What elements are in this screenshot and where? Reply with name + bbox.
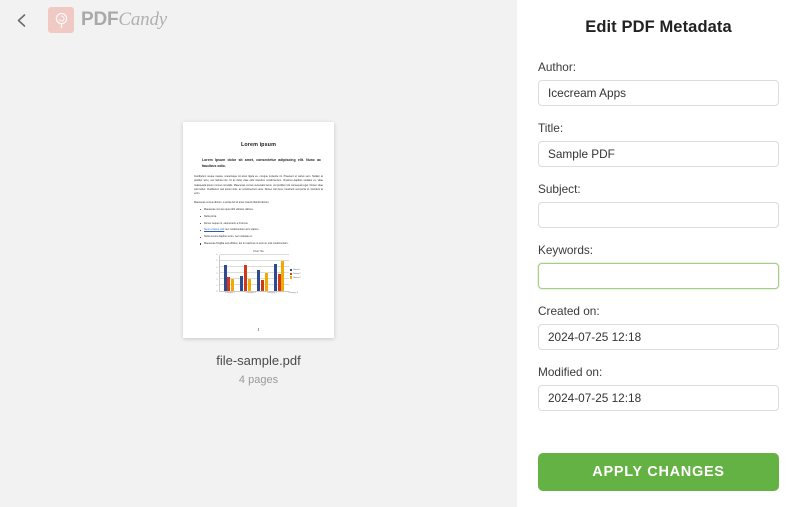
back-button[interactable] [8, 7, 34, 33]
chart-legend-label: Series 3 [293, 276, 301, 279]
chart-legend-swatch [290, 268, 293, 272]
field-input-modifiedon[interactable] [538, 385, 779, 411]
chart-legend-item: Series 2 [290, 272, 305, 275]
chart-bar [277, 274, 281, 292]
field-label: Title: [538, 121, 564, 135]
chart-bar-group [273, 255, 285, 292]
chart-bar [240, 276, 244, 292]
chart-y-tick: 3 [216, 272, 218, 275]
chart-bar [257, 270, 261, 292]
chart-bar [231, 279, 235, 292]
chart-legend-label: Series 2 [293, 272, 301, 275]
chart-x-tick: Category 2 [245, 292, 257, 295]
field-input-keywords[interactable] [538, 263, 779, 289]
preview-bar-chart: Chart Title 0123456 Series 1 Series 2 Seri… [213, 250, 305, 299]
document-area: Lorem ipsum Lorem Ipsum dolor sit amet, … [0, 0, 517, 507]
preview-title: Lorem ipsum [241, 141, 276, 148]
list-item: Maecenas non leo quis nibh ultricies ult… [200, 208, 323, 212]
field-label: Created on: [538, 304, 600, 318]
chart-legend-item: Series 3 [290, 276, 305, 279]
chart-x-axis: Category 1 Category 2 Category 3 Category 4 [219, 292, 305, 295]
chart-x-tick: Category 1 [224, 292, 236, 295]
chart-body: 0 1 2 3 4 5 6 Series 1 Series 2 Series 3 [213, 254, 305, 294]
preview-lead: Lorem Ipsum dolor sit amet, consectetur … [202, 157, 321, 168]
list-item: Donec neque mi, elementum a rhoncus. [200, 222, 323, 226]
preview-bullet-list: Maecenas non leo quis nibh ultricies ult… [200, 208, 323, 246]
page-marker: 1 [257, 326, 260, 332]
brand-text: PDFCandy [81, 9, 167, 31]
document-card: Lorem ipsum Lorem Ipsum dolor sit amet, … [183, 121, 334, 386]
brand-logo[interactable]: PDFCandy [48, 7, 167, 33]
list-item: Nulla porta. [200, 215, 323, 219]
metadata-field: Modified on: [538, 365, 779, 411]
chevron-left-icon [15, 13, 28, 28]
field-label: Keywords: [538, 243, 594, 257]
chart-y-tick: 5 [216, 260, 218, 263]
chart-bar-group [257, 255, 268, 292]
metadata-panel: Edit PDF Metadata Author: Title: Subject: K… [517, 0, 800, 507]
metadata-field: Created on: [538, 304, 779, 350]
list-item: Maecenas fringilla sed efficitur, leo in… [200, 242, 323, 246]
metadata-field: Author: [538, 60, 779, 106]
page-title: Edit PDF Metadata [585, 18, 732, 36]
metadata-field: Keywords: [538, 243, 779, 289]
chart-legend-swatch [290, 276, 293, 279]
preview-paragraph-2: Maecenas cursus dictum, a porta dui sit … [194, 200, 270, 204]
chart-bar [264, 273, 268, 292]
chart-bar [273, 264, 277, 292]
metadata-field: Title: [538, 121, 779, 167]
document-page-count: 4 pages [238, 373, 279, 386]
field-label: Author: [538, 60, 577, 74]
chart-bar [227, 276, 231, 292]
field-label: Modified on: [538, 365, 603, 379]
chart-y-tick: 2 [216, 278, 218, 281]
document-file-name[interactable]: file-sample.pdf [216, 353, 301, 368]
list-item-text: nec condimentum arcu sapien. [224, 228, 260, 232]
chart-plot-wrap: 0 1 2 3 4 5 6 [213, 254, 289, 294]
field-input-subject[interactable] [538, 202, 779, 228]
top-bar: PDFCandy [0, 0, 517, 40]
chart-legend-label: Series 1 [293, 268, 301, 271]
chart-bar [281, 261, 285, 292]
field-input-title[interactable] [538, 141, 779, 167]
metadata-fields: Author: Title: Subject: Keywords: Created on… [538, 60, 779, 411]
chart-bar [247, 279, 251, 292]
chart-y-tick: 1 [216, 285, 218, 287]
chart-y-tick: 6 [216, 254, 218, 257]
chart-x-tick: Category 3 [266, 292, 278, 295]
list-item: Nulla viverra dapibus enim, nec molestie… [200, 235, 323, 239]
preview-paragraph-1: Vestibulum neque massa, scelerisque sit … [194, 174, 323, 196]
workspace: PDFCandy Lorem ipsum Lorem Ipsum dolor s… [0, 0, 517, 507]
brand-pdf-text: PDF [81, 9, 119, 30]
pdf-page-thumbnail[interactable]: Lorem ipsum Lorem Ipsum dolor sit amet, … [183, 121, 334, 338]
chart-x-tick: Category 4 [287, 292, 299, 295]
chart-bar [260, 280, 264, 292]
chart-bar-group [240, 255, 251, 292]
list-item: Nunc et lacus velit nec condimentum arcu… [200, 228, 323, 232]
chart-plot [218, 254, 289, 293]
brand-candy-text: Candy [118, 9, 168, 30]
field-input-createdon[interactable] [538, 324, 779, 350]
app-root: PDFCandy Lorem ipsum Lorem Ipsum dolor s… [0, 0, 800, 507]
chart-y-tick: 0 [216, 291, 218, 294]
chart-bar-group [223, 255, 235, 292]
chart-legend: Series 1 Series 2 Series 3 [289, 255, 305, 292]
preview-inline-link[interactable]: Nunc et lacus velit [204, 228, 224, 231]
apply-changes-button[interactable]: APPLY CHANGES [538, 453, 779, 491]
chart-y-tick: 4 [216, 266, 218, 269]
chart-legend-item: Series 1 [290, 268, 305, 272]
chart-bar [244, 264, 248, 292]
chart-legend-swatch [290, 272, 293, 275]
metadata-field: Subject: [538, 182, 779, 228]
field-input-author[interactable] [538, 80, 779, 106]
field-label: Subject: [538, 182, 581, 196]
chart-bar [223, 265, 227, 292]
lollipop-icon [48, 7, 74, 33]
